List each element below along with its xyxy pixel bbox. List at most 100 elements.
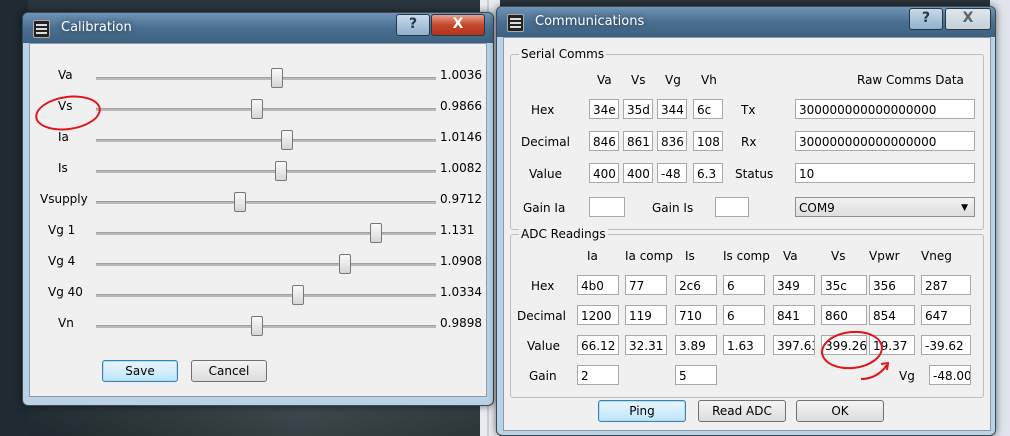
slider-ticks: [96, 329, 436, 332]
annotation-circle-vs: [32, 91, 104, 135]
slider-thumb[interactable]: [339, 254, 351, 274]
slider-thumb[interactable]: [234, 192, 246, 212]
serial-column-header: Va: [597, 73, 612, 87]
io-field[interactable]: 300000000000000000: [795, 131, 975, 151]
vg-field[interactable]: -48.00: [929, 365, 971, 385]
adc-value-field[interactable]: 35c: [821, 275, 867, 295]
vg-label: Vg: [899, 369, 915, 383]
serial-value-field[interactable]: 344: [657, 99, 687, 119]
serial-value-field[interactable]: 108: [693, 131, 723, 151]
slider-track[interactable]: [96, 77, 436, 80]
slider-row: Vg 4 1.0908: [30, 254, 486, 274]
io-field[interactable]: 10: [795, 163, 975, 183]
cancel-button[interactable]: Cancel: [191, 360, 267, 382]
adc-value-field[interactable]: 1200: [577, 305, 619, 325]
communications-titlebar[interactable]: Communications ? X: [497, 7, 995, 37]
slider-thumb[interactable]: [370, 223, 382, 243]
adc-value-field[interactable]: 1.63: [723, 335, 765, 355]
close-button[interactable]: X: [945, 8, 991, 30]
slider-ticks: [96, 81, 436, 84]
slider-ticks: [96, 174, 436, 177]
serial-value-field[interactable]: 400: [623, 163, 653, 183]
slider-value: 0.9898: [440, 316, 482, 330]
slider-thumb[interactable]: [275, 161, 287, 181]
slider-label: Vg 4: [48, 254, 76, 268]
adc-value-field[interactable]: 2c6: [675, 275, 717, 295]
io-label: Tx: [741, 103, 756, 117]
serial-value-field[interactable]: -48: [657, 163, 687, 183]
adc-value-field[interactable]: -39.62: [921, 335, 971, 355]
adc-column-header: Va: [783, 249, 798, 263]
read-adc-button[interactable]: Read ADC: [698, 400, 786, 422]
slider-value: 0.9712: [440, 192, 482, 206]
adc-value-field[interactable]: 349: [773, 275, 815, 295]
slider-row: Ia 1.0146: [30, 130, 486, 150]
adc-value-field[interactable]: 4b0: [577, 275, 619, 295]
serial-value-field[interactable]: 6.3: [693, 163, 723, 183]
help-button[interactable]: ?: [909, 8, 943, 30]
slider-track[interactable]: [96, 170, 436, 173]
adc-value-field[interactable]: 6: [723, 275, 765, 295]
slider-track[interactable]: [96, 139, 436, 142]
serial-value-field[interactable]: 861: [623, 131, 653, 151]
adc-value-field[interactable]: 356: [869, 275, 915, 295]
adc-value-field[interactable]: 710: [675, 305, 717, 325]
ping-button[interactable]: Ping: [598, 400, 686, 422]
adc-value-field[interactable]: 3.89: [675, 335, 717, 355]
gain-is-field[interactable]: [715, 197, 749, 217]
communications-window: Communications ? X Serial Comms Va Vs Vg Vh…: [496, 6, 996, 436]
serial-value-field[interactable]: 400: [589, 163, 619, 183]
adc-value-field[interactable]: 647: [921, 305, 971, 325]
serial-value-field[interactable]: 836: [657, 131, 687, 151]
adc-value-field[interactable]: 397.63: [773, 335, 815, 355]
serial-value-field[interactable]: 6c: [693, 99, 723, 119]
serial-column-header: Vs: [631, 73, 646, 87]
adc-value-field[interactable]: 32.31: [625, 335, 667, 355]
chevron-down-icon: ▼: [961, 203, 968, 213]
close-button[interactable]: X: [431, 14, 485, 36]
adc-value-field[interactable]: 287: [921, 275, 971, 295]
adc-value-field[interactable]: 854: [869, 305, 915, 325]
adc-value-field[interactable]: 119: [625, 305, 667, 325]
slider-value: 1.0146: [440, 130, 482, 144]
gain-ia-label: Gain Ia: [523, 201, 566, 215]
serial-row-label: Value: [529, 167, 562, 181]
slider-value: 0.9866: [440, 99, 482, 113]
adc-value-field[interactable]: 6: [723, 305, 765, 325]
slider-track[interactable]: [96, 232, 436, 235]
slider-label: Is: [58, 161, 68, 175]
serial-value-field[interactable]: 846: [589, 131, 619, 151]
slider-track[interactable]: [96, 108, 436, 111]
adc-value-field[interactable]: 860: [821, 305, 867, 325]
adc-value-field[interactable]: 841: [773, 305, 815, 325]
slider-row: Va 1.0036: [30, 68, 486, 88]
port-select[interactable]: COM9 ▼: [795, 197, 975, 217]
window-title: Calibration: [61, 20, 132, 35]
adc-value-field[interactable]: 77: [625, 275, 667, 295]
slider-track[interactable]: [96, 201, 436, 204]
slider-track[interactable]: [96, 263, 436, 266]
adc-readings-group: ADC Readings Ia Ia comp Is Is comp Va Vs Vpwr V…: [510, 227, 984, 398]
slider-thumb[interactable]: [251, 99, 263, 119]
slider-track[interactable]: [96, 294, 436, 297]
serial-value-field[interactable]: 35d: [623, 99, 653, 119]
help-button[interactable]: ?: [396, 14, 430, 36]
io-field[interactable]: 300000000000000000: [795, 99, 975, 119]
gain-ia-adc-field[interactable]: 2: [577, 365, 619, 385]
calibration-titlebar[interactable]: Calibration ? X: [23, 13, 493, 43]
save-button[interactable]: Save: [102, 360, 178, 382]
ok-button[interactable]: OK: [796, 400, 884, 422]
slider-thumb[interactable]: [251, 316, 263, 336]
slider-thumb[interactable]: [281, 130, 293, 150]
serial-value-field[interactable]: 34e: [589, 99, 619, 119]
adc-row-label: Value: [527, 339, 560, 353]
gain-ia-field[interactable]: [589, 197, 625, 217]
slider-track[interactable]: [96, 325, 436, 328]
slider-thumb[interactable]: [271, 68, 283, 88]
gain-is-adc-field[interactable]: 5: [675, 365, 717, 385]
group-title: Serial Comms: [519, 47, 607, 61]
slider-value: 1.131: [440, 223, 475, 237]
adc-column-header: Ia comp: [625, 249, 673, 263]
adc-value-field[interactable]: 66.12: [577, 335, 619, 355]
slider-thumb[interactable]: [292, 285, 304, 305]
